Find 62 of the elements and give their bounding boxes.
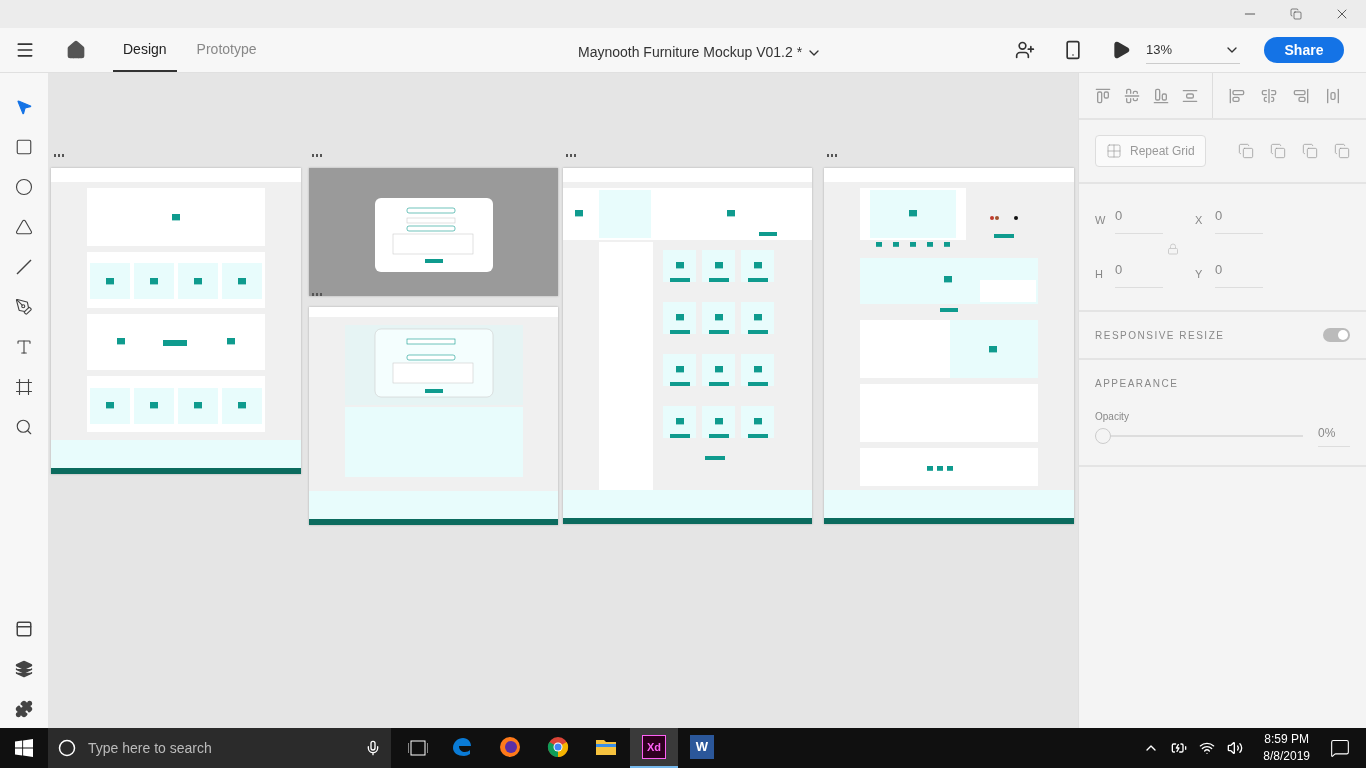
- pen-tool-icon[interactable]: [15, 298, 33, 316]
- clock-date[interactable]: 8/8/2019: [1263, 748, 1310, 765]
- search-circle-icon: [58, 739, 76, 757]
- ellipse-tool-icon[interactable]: [15, 178, 33, 196]
- align-right-icon[interactable]: [1293, 87, 1309, 104]
- artboard-tool-icon[interactable]: [15, 378, 33, 396]
- plugins-icon[interactable]: [15, 700, 33, 718]
- design-app-icon[interactable]: Xd: [642, 735, 666, 759]
- battery-icon[interactable]: [1171, 740, 1188, 756]
- browser-icon[interactable]: [546, 735, 570, 759]
- windows-logo-icon[interactable]: [15, 739, 33, 757]
- more-icon[interactable]: [54, 154, 64, 157]
- opacity-slider[interactable]: [1095, 427, 1303, 444]
- line-tool-icon[interactable]: [15, 258, 33, 276]
- text-tool-icon[interactable]: [15, 338, 33, 356]
- slider-thumb[interactable]: [1095, 427, 1111, 444]
- opacity-label: Opacity: [1095, 410, 1130, 424]
- play-icon[interactable]: [1111, 40, 1131, 60]
- document-title[interactable]: Maynooth Furniture Mockup V01.2 *: [578, 42, 823, 63]
- menu-icon[interactable]: [15, 40, 35, 60]
- distribute-icon[interactable]: [1182, 87, 1198, 104]
- restore-icon[interactable]: [1290, 8, 1302, 20]
- layers-icon[interactable]: [15, 660, 33, 678]
- field-label: H: [1095, 266, 1104, 282]
- grid-icon: [1106, 143, 1122, 159]
- field-label: W: [1095, 212, 1107, 228]
- taskbar-app[interactable]: W: [678, 728, 726, 768]
- distribute-icon[interactable]: [1325, 87, 1341, 104]
- toggle-switch[interactable]: [1323, 328, 1350, 342]
- task-view-icon[interactable]: [408, 740, 428, 756]
- align-middle-icon[interactable]: [1124, 87, 1140, 104]
- phone-icon[interactable]: [1063, 40, 1083, 60]
- more-icon[interactable]: [312, 293, 322, 296]
- section-title: RESPONSIVE RESIZE: [1095, 328, 1225, 343]
- align-bottom-icon[interactable]: [1153, 87, 1169, 104]
- notifications-icon[interactable]: [1330, 738, 1350, 758]
- user-add-icon[interactable]: [1015, 40, 1035, 60]
- assets-icon[interactable]: [15, 620, 33, 638]
- clock-time[interactable]: 8:59 PM: [1264, 731, 1309, 748]
- field-label: Y: [1195, 266, 1204, 282]
- more-icon[interactable]: [566, 154, 576, 157]
- volume-icon[interactable]: [1227, 740, 1244, 756]
- browser-icon[interactable]: [498, 735, 522, 759]
- polygon-tool-icon[interactable]: [15, 218, 33, 236]
- microphone-icon[interactable]: [365, 740, 381, 756]
- share-button[interactable]: Share: [1264, 37, 1344, 63]
- taskbar-app[interactable]: Xd: [630, 728, 678, 768]
- word-app-icon[interactable]: W: [690, 735, 714, 759]
- select-tool-icon[interactable]: [15, 98, 33, 116]
- section-title: APPEARANCE: [1095, 377, 1180, 391]
- more-icon[interactable]: [312, 154, 322, 157]
- align-left-icon[interactable]: [1229, 87, 1245, 104]
- wifi-icon[interactable]: [1199, 740, 1216, 756]
- more-icon[interactable]: [827, 154, 837, 157]
- field-label: X: [1195, 212, 1204, 228]
- align-top-icon[interactable]: [1095, 87, 1111, 104]
- taskbar-search-field[interactable]: Type here to search: [48, 728, 391, 768]
- align-center-icon[interactable]: [1261, 87, 1277, 104]
- home-icon[interactable]: [66, 40, 86, 60]
- rectangle-tool-icon[interactable]: [15, 138, 33, 156]
- zoom-dropdown[interactable]: 13%: [1146, 35, 1240, 65]
- zoom-tool-icon[interactable]: [15, 418, 33, 436]
